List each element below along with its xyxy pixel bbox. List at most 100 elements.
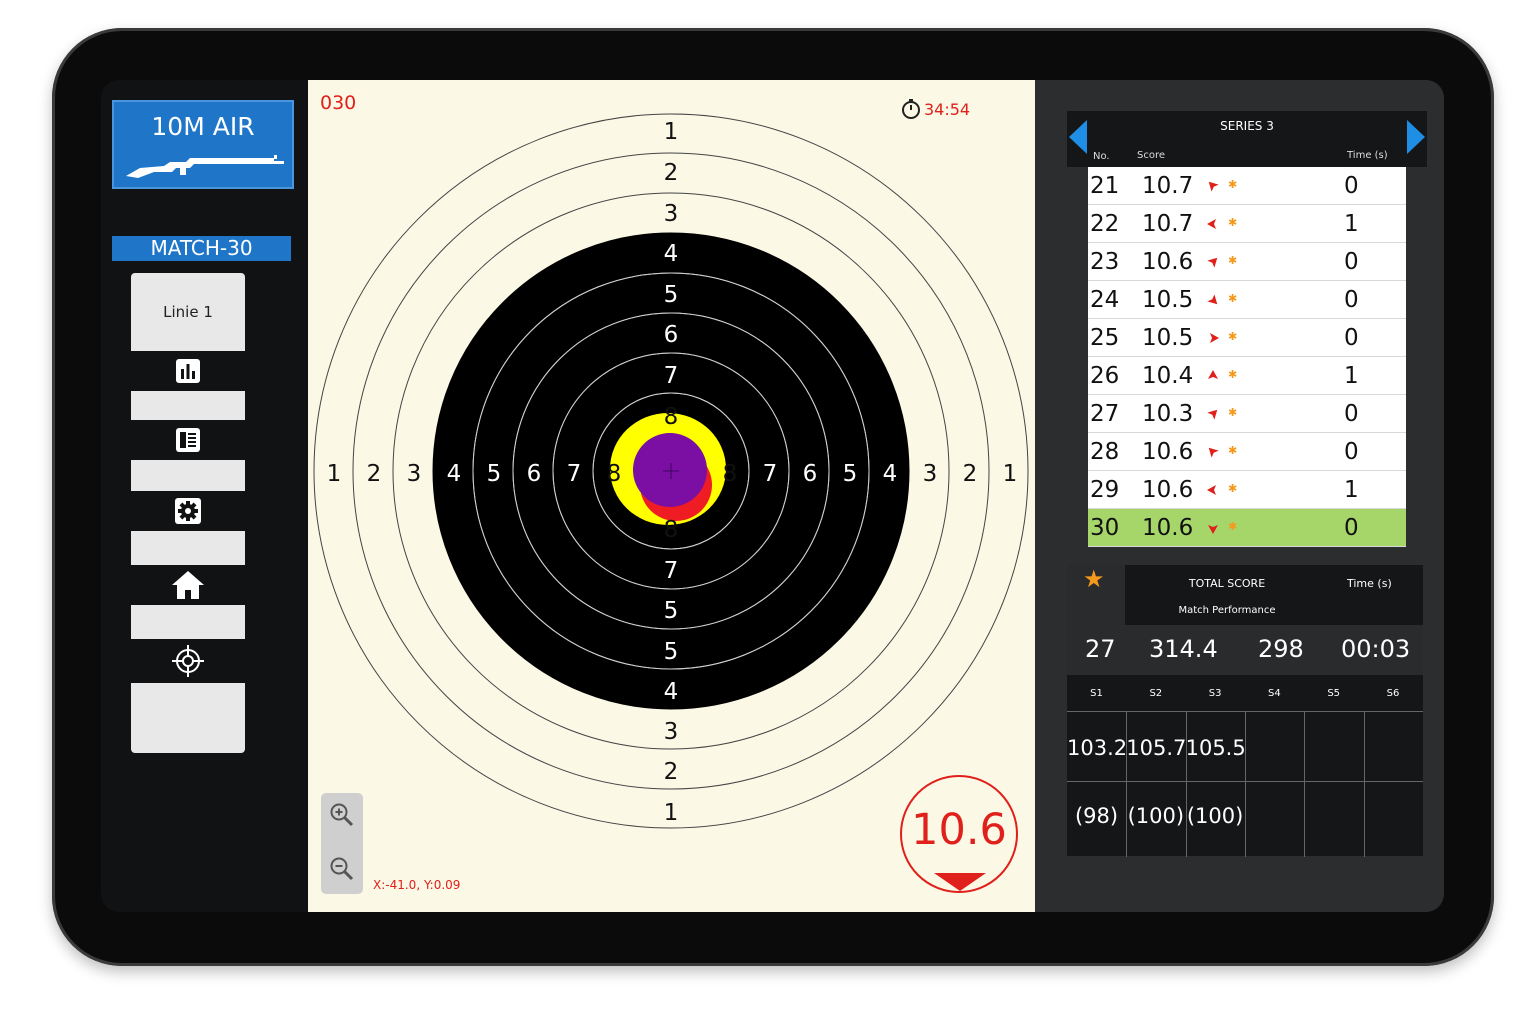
shot-direction-arrow-icon: [1207, 485, 1216, 495]
shot-score: 10.7: [1142, 173, 1194, 199]
star-icon: ✱: [1228, 216, 1238, 229]
settings-button[interactable]: [131, 491, 245, 531]
total-time-value: 00:03: [1341, 635, 1411, 663]
shot-row[interactable]: 28 10.6 ✱ 0: [1088, 433, 1406, 471]
bar-chart-icon: [176, 359, 200, 383]
home-button[interactable]: [131, 565, 245, 605]
star-icon: ✱: [1228, 254, 1238, 267]
shot-direction-arrow-icon: [1208, 525, 1218, 534]
star-icon: ★: [1083, 565, 1105, 593]
shot-time: 0: [1344, 439, 1359, 465]
last-shot-score[interactable]: 10.6: [900, 775, 1018, 893]
shot-row[interactable]: 21 10.7 ✱ 0: [1088, 167, 1406, 205]
shot-time: 0: [1344, 401, 1359, 427]
shot-direction-arrow-icon: [1207, 257, 1218, 268]
ring-label: 7: [567, 461, 582, 487]
series-score: 105.5: [1185, 736, 1246, 760]
shot-list: 21 10.7 ✱ 0 22 10.7 ✱ 1 23 10.6 ✱ 0 24 10.5 ✱ 0 25 10.5 ✱ 0…: [1088, 167, 1406, 547]
ring-label: 1: [664, 119, 679, 145]
ring-label: 1: [327, 461, 342, 487]
shot-row[interactable]: 27 10.3 ✱ 0: [1088, 395, 1406, 433]
col-no-header: No.: [1093, 151, 1110, 162]
series-label: S5: [1327, 688, 1341, 699]
target-button[interactable]: [131, 639, 245, 683]
shot-direction-arrow-icon: [1207, 294, 1218, 305]
series-label: S1: [1090, 688, 1103, 699]
series-integer-score: (100): [1127, 804, 1185, 828]
document-list-icon: [176, 428, 200, 452]
shot-score: 10.4: [1142, 363, 1194, 389]
statistics-button[interactable]: [131, 351, 245, 391]
series-title: SERIES 3: [1220, 119, 1274, 133]
zoom-in-icon[interactable]: [328, 801, 356, 829]
shot-number: 24: [1090, 287, 1120, 313]
ring-label: 3: [664, 719, 679, 745]
shot-score: 10.3: [1142, 401, 1194, 427]
star-icon: ✱: [1228, 292, 1238, 305]
total-score-title: TOTAL SCORE: [1188, 577, 1266, 590]
star-icon: ✱: [1228, 520, 1238, 533]
shot-time: 0: [1344, 325, 1359, 351]
shot-row[interactable]: 26 10.4 ✱ 1: [1088, 357, 1406, 395]
shot-number: 25: [1090, 325, 1120, 351]
col-score-header: Score: [1137, 150, 1166, 161]
shot-direction-arrow-icon: [1208, 447, 1219, 458]
shot-row[interactable]: 23 10.6 ✱ 0: [1088, 243, 1406, 281]
shot-time: 0: [1344, 287, 1359, 313]
document-button[interactable]: [131, 420, 245, 460]
series-integer-score: (100): [1186, 804, 1244, 828]
match-label: MATCH-30: [112, 236, 291, 261]
series-score: 105.7: [1126, 736, 1187, 760]
shot-score: 10.6: [1142, 515, 1194, 541]
shot-row[interactable]: 22 10.7 ✱ 1: [1088, 205, 1406, 243]
total-time-label: Time (s): [1347, 577, 1392, 590]
shot-row[interactable]: 29 10.6 ✱ 1: [1088, 471, 1406, 509]
favorite-star[interactable]: ★: [1067, 565, 1125, 625]
shot-score: 10.6: [1142, 439, 1194, 465]
target-area[interactable]: 12345678875543211234567887654321 030 34:…: [308, 80, 1035, 912]
ring-label: 2: [664, 160, 679, 186]
series-label: S2: [1149, 688, 1163, 699]
shot-number: 21: [1090, 173, 1120, 199]
shot-time: 0: [1344, 173, 1359, 199]
ring-label: 3: [923, 461, 938, 487]
next-series-arrow-icon[interactable]: [1405, 118, 1427, 156]
total-score-value: 314.4: [1149, 635, 1218, 663]
shot-number: 29: [1090, 477, 1120, 503]
weapon-card[interactable]: 10M AIR: [112, 100, 294, 189]
previous-series-arrow-icon[interactable]: [1067, 118, 1089, 156]
shot-time: 1: [1344, 363, 1359, 389]
grid-divider: [1185, 712, 1187, 857]
shot-direction-arrow-icon: [1208, 181, 1219, 192]
air-rifle-icon: [126, 155, 284, 178]
shot-direction-arrow-icon: [1210, 333, 1219, 343]
shot-direction-arrow-icon: [1208, 370, 1218, 379]
shot-row[interactable]: 24 10.5 ✱ 0: [1088, 281, 1406, 319]
ring-label: 6: [664, 322, 679, 348]
grid-divider: [1363, 712, 1365, 857]
left-panel: 10M AIR MATCH-30 Linie 1: [101, 80, 308, 912]
total-score-panel: ★ TOTAL SCORE Time (s) Match Performance…: [1067, 565, 1423, 857]
ring-label: 7: [664, 363, 679, 389]
shot-time: 1: [1344, 211, 1359, 237]
home-icon: [172, 571, 204, 599]
shot-number: 30: [1090, 515, 1120, 541]
ring-label: 8: [664, 517, 679, 543]
timer-value: 34:54: [924, 99, 971, 119]
col-time-header: Time (s): [1347, 150, 1388, 161]
total-shots: 27: [1085, 635, 1116, 663]
zoom-out-icon[interactable]: [328, 855, 356, 883]
star-icon: ✱: [1228, 444, 1238, 457]
shot-number: 22: [1090, 211, 1120, 237]
series-labels-row: S1 S2 S3 S4 S5 S6: [1067, 675, 1423, 711]
grid-divider: [1126, 712, 1128, 857]
shot-number: 28: [1090, 439, 1120, 465]
shot-row[interactable]: 30 10.6 ✱ 0: [1088, 509, 1406, 547]
series-label: S4: [1268, 688, 1281, 699]
ring-label: 2: [963, 461, 978, 487]
shot-score: 10.6: [1142, 249, 1194, 275]
shot-row[interactable]: 25 10.5 ✱ 0: [1088, 319, 1406, 357]
ring-label: 3: [664, 201, 679, 227]
ring-label: 8: [664, 404, 679, 430]
ring-label: 8: [723, 461, 738, 487]
